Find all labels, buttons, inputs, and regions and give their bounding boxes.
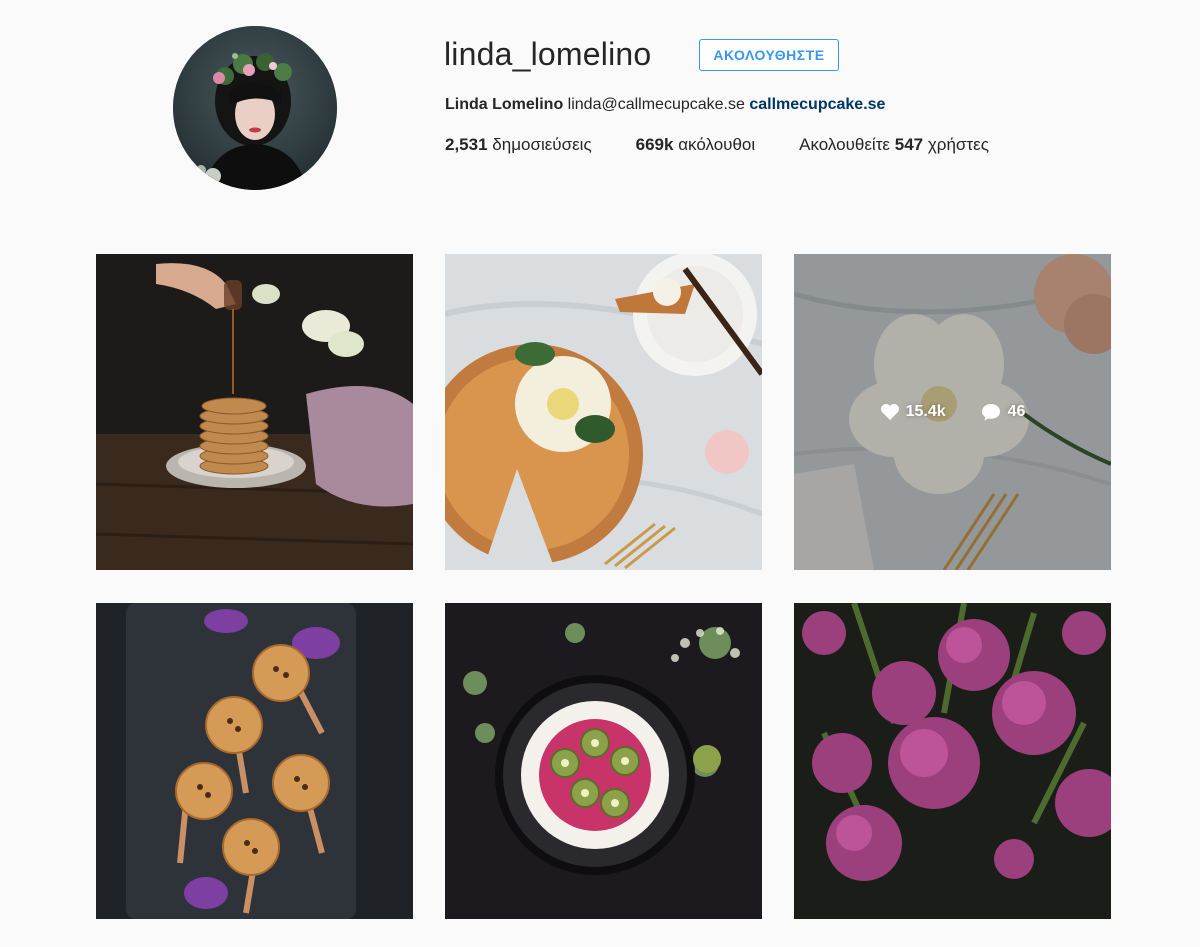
profile-header: linda_lomelino ΑΚΟΛΟΥΘΗΣΤΕ Linda Lomelin… bbox=[0, 0, 1200, 220]
post-image bbox=[96, 603, 413, 919]
post-thumbnail[interactable] bbox=[794, 603, 1111, 919]
following-suffix: χρήστες bbox=[927, 135, 989, 154]
following-count: 547 bbox=[894, 135, 924, 154]
post-likes-count: 15.4k bbox=[905, 403, 946, 420]
profile-stats: 2,531 δημοσιεύσεις 669k ακόλουθοι Ακολου… bbox=[445, 134, 1033, 156]
profile-full-name: Linda Lomelino bbox=[445, 96, 564, 113]
post-thumbnail[interactable]: 15.4k 46 bbox=[794, 254, 1111, 570]
heart-icon bbox=[880, 404, 899, 420]
posts-label: δημοσιεύσεις bbox=[492, 135, 592, 154]
post-image bbox=[794, 603, 1111, 919]
post-image bbox=[445, 254, 762, 570]
followers-count: 669k bbox=[635, 135, 674, 154]
profile-email: linda@callmecupcake.se bbox=[567, 96, 745, 113]
post-thumbnail[interactable] bbox=[96, 254, 413, 570]
comment-icon bbox=[981, 404, 1000, 421]
post-comments: 46 bbox=[980, 402, 1026, 422]
post-hover-overlay: 15.4k 46 bbox=[794, 254, 1111, 570]
profile-website-link[interactable]: callmecupcake.se bbox=[749, 96, 885, 113]
following-prefix: Ακολουθείτε bbox=[799, 135, 891, 154]
follow-button[interactable]: ΑΚΟΛΟΥΘΗΣΤΕ bbox=[699, 39, 839, 71]
avatar[interactable] bbox=[173, 26, 337, 190]
post-thumbnail[interactable] bbox=[445, 603, 762, 919]
posts-stat: 2,531 δημοσιεύσεις bbox=[445, 134, 592, 156]
profile-username: linda_lomelino bbox=[444, 36, 652, 72]
profile-page: linda_lomelino ΑΚΟΛΟΥΘΗΣΤΕ Linda Lomelin… bbox=[0, 0, 1200, 947]
post-thumbnail[interactable] bbox=[96, 603, 413, 919]
post-image bbox=[96, 254, 413, 570]
post-comments-count: 46 bbox=[1007, 403, 1026, 420]
posts-count: 2,531 bbox=[445, 135, 488, 154]
post-image bbox=[445, 603, 762, 919]
followers-stat[interactable]: 669k ακόλουθοι bbox=[636, 134, 756, 156]
post-likes: 15.4k bbox=[880, 403, 946, 421]
profile-bio: Linda Lomelino linda@callmecupcake.se ca… bbox=[445, 94, 885, 116]
followers-label: ακόλουθοι bbox=[678, 135, 756, 154]
following-stat[interactable]: Ακολουθείτε 547 χρήστες bbox=[799, 134, 989, 156]
post-thumbnail[interactable] bbox=[445, 254, 762, 570]
